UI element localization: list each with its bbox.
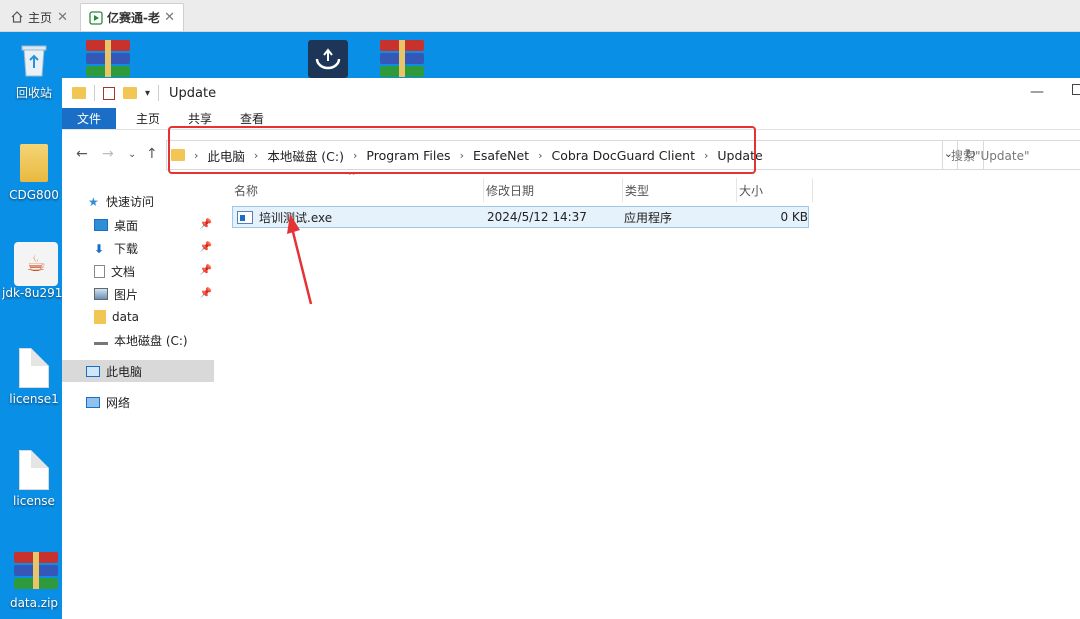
picture-icon (94, 288, 108, 300)
pin-icon: 📌 (199, 265, 212, 276)
column-modified[interactable]: 修改日期 (484, 178, 623, 202)
new-folder-icon[interactable] (123, 87, 137, 99)
column-type[interactable]: 类型 (623, 178, 737, 202)
application-icon (237, 210, 253, 224)
nav-quick-access[interactable]: ★ 快速访问 (88, 190, 154, 212)
folder-icon (94, 310, 106, 324)
remote-desktop-icon (89, 10, 103, 25)
viewer-tab-bar: 主页 ✕ 亿赛通-老 ✕ (0, 0, 1080, 32)
minimize-button[interactable]: — (1030, 84, 1044, 100)
tab-remote-session[interactable]: 亿赛通-老 ✕ (80, 3, 184, 31)
nav-item-downloads[interactable]: ⬇ 下载 📌 (94, 237, 212, 259)
close-icon[interactable]: ✕ (57, 10, 68, 25)
java-icon: ☕ (14, 242, 58, 286)
properties-icon[interactable] (103, 86, 115, 100)
desktop-icon-label: data.zip (9, 596, 59, 610)
nav-item-data[interactable]: data (94, 306, 139, 328)
desktop-icon-label: license1 (9, 392, 59, 406)
desktop-icon-recycle-bin[interactable]: 回收站 (2, 40, 66, 101)
nav-network[interactable]: 网络 (86, 391, 130, 413)
recycle-bin-icon (14, 40, 54, 80)
document-icon (94, 264, 105, 278)
nav-item-local-disk[interactable]: 本地磁盘 (C:) (94, 329, 188, 351)
document-icon (14, 348, 54, 388)
desktop-icon (94, 219, 108, 231)
file-type: 应用程序 (624, 210, 673, 225)
desktop-icon-label: 回收站 (15, 86, 52, 100)
desktop-icon-cdg800[interactable]: CDG800 (2, 144, 66, 202)
customize-dropdown-icon[interactable]: ▾ (145, 88, 150, 99)
file-list-header: 名称 修改日期 类型 大小 (232, 178, 813, 202)
tab-file[interactable]: 文件 (62, 108, 116, 129)
navigation-pane: ★ 快速访问 桌面 📌 ⬇ 下载 📌 文档 📌 图片 📌 data 本地磁盘 (… (62, 188, 214, 619)
column-size[interactable]: 大小 (737, 178, 813, 202)
close-icon[interactable]: ✕ (164, 10, 175, 25)
nav-item-label: data (112, 310, 140, 324)
desktop-icon-data-zip[interactable]: data.zip (2, 552, 66, 610)
nav-item-desktop[interactable]: 桌面 📌 (94, 214, 212, 236)
nav-this-pc[interactable]: 此电脑 (62, 360, 214, 382)
desktop-icon-archive-top-1[interactable] (76, 40, 140, 80)
desktop-icon-archive-top-2[interactable] (370, 40, 434, 80)
desktop-icon-label: license (13, 494, 55, 508)
tab-home[interactable]: 主页 ✕ (2, 3, 76, 31)
nav-item-documents[interactable]: 文档 📌 (94, 260, 212, 282)
nav-item-label: 文档 (111, 264, 136, 279)
desktop-icon-license1[interactable]: license1 (2, 348, 66, 406)
title-bar: ▾ Update — (62, 78, 1080, 108)
forward-arrow-icon[interactable]: → (102, 146, 114, 162)
pin-icon: 📌 (199, 242, 212, 253)
quick-access-toolbar: ▾ (72, 85, 160, 101)
nav-quick-access-label: 快速访问 (106, 194, 155, 209)
star-icon: ★ (88, 195, 99, 209)
file-size: 0 KB (780, 210, 808, 224)
home-icon (10, 10, 24, 24)
drive-icon (94, 336, 108, 345)
search-input[interactable]: 搜索"Update" (942, 140, 1080, 170)
annotation-highlight-box (168, 126, 756, 174)
nav-this-pc-label: 此电脑 (106, 364, 143, 379)
nav-item-pictures[interactable]: 图片 📌 (94, 283, 212, 305)
desktop-icon-label: jdk-8u291- (2, 286, 66, 300)
back-arrow-icon[interactable]: ← (76, 146, 88, 162)
desktop-icon-license[interactable]: license (2, 450, 66, 508)
document-icon (14, 450, 54, 490)
pin-icon: 📌 (199, 288, 212, 299)
desktop-icon-app-top[interactable] (296, 40, 360, 78)
network-icon (86, 396, 100, 408)
app-icon (308, 40, 348, 78)
computer-icon (86, 365, 100, 377)
maximize-button[interactable] (1072, 84, 1080, 95)
tab-home[interactable]: 主页 (122, 108, 174, 129)
tab-home-label: 主页 (28, 10, 53, 25)
nav-item-label: 本地磁盘 (C:) (114, 333, 188, 348)
download-icon: ⬇ (94, 242, 105, 256)
column-name[interactable]: 名称 (232, 178, 484, 202)
annotation-arrow (287, 214, 313, 305)
winrar-icon (380, 40, 424, 80)
desktop-icon-jdk[interactable]: ☕ jdk-8u291- (2, 242, 66, 300)
desktop-icon-label: CDG800 (9, 188, 59, 202)
folder-icon (72, 87, 86, 99)
tab-remote-session-label: 亿赛通-老 (107, 11, 160, 25)
winrar-icon (14, 552, 58, 592)
window-title: Update (169, 85, 217, 101)
file-modified: 2024/5/12 14:37 (487, 210, 587, 224)
recent-locations-icon[interactable]: ⌄ (128, 149, 136, 160)
winrar-icon (86, 40, 130, 80)
folder-icon (14, 144, 54, 184)
pin-icon: 📌 (199, 219, 212, 230)
nav-item-label: 下载 (114, 241, 139, 256)
nav-network-label: 网络 (106, 395, 131, 410)
up-arrow-icon[interactable]: ↑ (146, 146, 158, 162)
nav-item-label: 桌面 (114, 218, 139, 233)
nav-item-label: 图片 (114, 287, 139, 302)
